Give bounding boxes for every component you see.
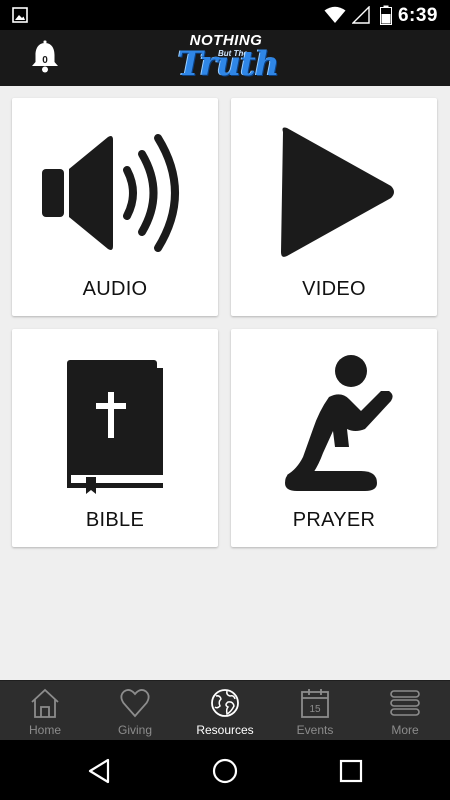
notification-count: 0 (42, 55, 48, 66)
prayer-label: PRAYER (292, 509, 376, 531)
video-label: VIDEO (302, 278, 366, 300)
praying-person-icon (285, 355, 393, 491)
battery-icon (380, 5, 392, 30)
speaker-icon (42, 134, 179, 252)
menu-icon (390, 690, 420, 716)
tab-home[interactable]: Home (0, 681, 90, 741)
tab-resources[interactable]: Resources (180, 681, 270, 741)
notification-button[interactable]: 0 (27, 40, 63, 76)
calendar-day: 15 (309, 704, 321, 715)
tab-giving[interactable]: Giving (90, 681, 180, 741)
logo-line-3: Truth (177, 44, 280, 84)
video-tile[interactable]: VIDEO (231, 98, 437, 316)
tab-events-label: Events (296, 723, 334, 737)
bible-icon (67, 360, 163, 494)
bible-tile[interactable]: BIBLE (12, 329, 218, 547)
recents-icon[interactable] (336, 756, 366, 786)
tab-resources-label: Resources (196, 723, 254, 737)
tab-more-label: More (391, 723, 419, 737)
home-circle-icon[interactable] (210, 756, 240, 786)
calendar-icon: 15 (301, 689, 329, 718)
wifi-icon (324, 6, 346, 29)
bible-label: BIBLE (85, 509, 145, 531)
system-nav-bar (0, 740, 450, 800)
tab-events[interactable]: 15 Events (270, 681, 360, 741)
audio-label: AUDIO (82, 278, 148, 300)
play-icon (281, 127, 394, 257)
back-icon[interactable] (84, 756, 114, 786)
signal-icon (351, 5, 370, 29)
prayer-tile[interactable]: PRAYER (231, 329, 437, 547)
gallery-icon (12, 7, 28, 28)
bottom-tab-bar: Home Giving Resources 15 Events More (0, 680, 450, 740)
heart-icon (120, 689, 150, 718)
audio-tile[interactable]: AUDIO (12, 98, 218, 316)
app-header: 0 NOTHING But The Truth (0, 30, 450, 86)
home-icon (31, 688, 59, 718)
tab-giving-label: Giving (117, 723, 152, 737)
tab-home-label: Home (28, 723, 61, 737)
globe-icon (211, 689, 239, 717)
tab-more[interactable]: More (360, 681, 450, 741)
app-logo: NOTHING But The Truth (170, 30, 282, 86)
status-time: 6:39 (397, 5, 438, 26)
resources-grid: AUDIO VIDEO BIBLE PRAYER (0, 86, 450, 680)
status-bar: 6:39 (0, 0, 450, 30)
